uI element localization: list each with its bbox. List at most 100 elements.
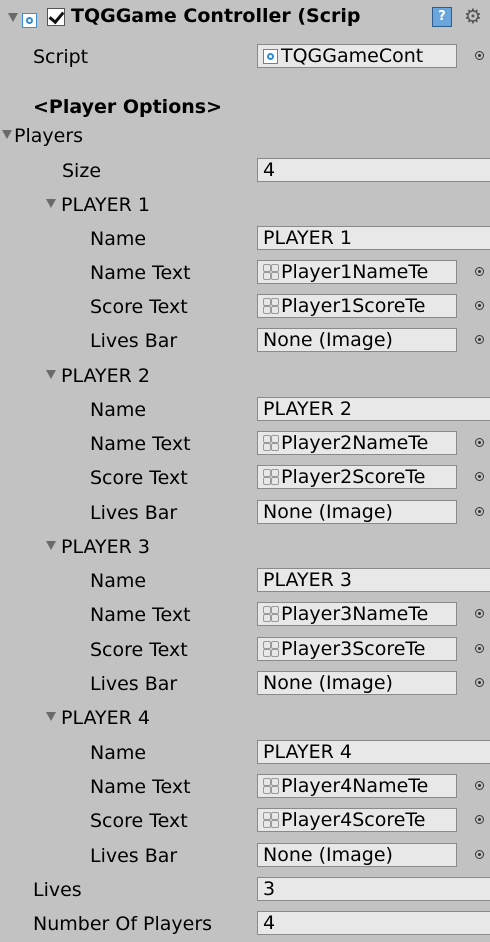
gameobject-icon (263, 606, 279, 622)
player-1-header-row[interactable]: PLAYER 1 (0, 188, 490, 222)
player-2-header-row[interactable]: PLAYER 2 (0, 359, 490, 393)
player-3-foldout-arrow-icon[interactable] (46, 541, 56, 550)
component-foldout-arrow-icon[interactable] (8, 13, 18, 22)
player-3-name-text-field[interactable]: Player3NameTe (257, 602, 457, 626)
player-2-name-field[interactable]: PLAYER 2 (257, 397, 490, 421)
player-3-score-text-value: Player3ScoreTe (281, 638, 426, 660)
size-field[interactable]: 4 (257, 158, 490, 182)
component-enabled-checkbox[interactable] (47, 7, 65, 26)
player-2-foldout-arrow-icon[interactable] (46, 370, 56, 379)
player-3-lives-bar-field[interactable]: None (Image) (257, 671, 457, 695)
player-4-header-row[interactable]: PLAYER 4 (0, 701, 490, 735)
player-4-name-text-field[interactable]: Player4NameTe (257, 774, 457, 798)
number-of-players-row: Number Of Players 4 (0, 907, 490, 941)
object-picker-icon[interactable] (475, 678, 484, 687)
number-of-players-label: Number Of Players (33, 913, 213, 935)
gear-icon[interactable]: ⚙ (464, 4, 482, 28)
players-row[interactable]: Players (0, 119, 490, 153)
player-2-score-text-value: Player2ScoreTe (281, 466, 426, 488)
player-3-name-row: Name PLAYER 3 (0, 564, 490, 598)
player-1-score-text-row: Score Text Player1ScoreTe (0, 290, 490, 324)
player-3-name-text-row: Name Text Player3NameTe (0, 598, 490, 632)
gameobject-icon (263, 641, 279, 657)
player-2-name-text-field[interactable]: Player2NameTe (257, 431, 457, 455)
players-label: Players (14, 125, 84, 147)
size-label: Size (62, 160, 102, 182)
name-text-label: Name Text (90, 776, 191, 798)
player-1-lives-bar-field[interactable]: None (Image) (257, 328, 457, 352)
object-picker-icon[interactable] (475, 438, 484, 447)
gameobject-icon (263, 469, 279, 485)
player-4-name-field[interactable]: PLAYER 4 (257, 740, 490, 764)
object-picker-icon[interactable] (475, 267, 484, 276)
player-3-header: PLAYER 3 (61, 536, 150, 558)
player-1-name-text-row: Name Text Player1NameTe (0, 256, 490, 290)
player-4-lives-bar-row: Lives Bar None (Image) (0, 839, 490, 873)
lives-bar-label: Lives Bar (90, 502, 178, 524)
checkmark-icon (48, 7, 65, 25)
name-label: Name (90, 228, 147, 250)
score-text-label: Score Text (90, 639, 188, 661)
object-picker-icon[interactable] (475, 850, 484, 859)
script-value: TQGGameCont (281, 45, 424, 67)
player-3-lives-bar-row: Lives Bar None (Image) (0, 667, 490, 701)
player-4-name-row: Name PLAYER 4 (0, 736, 490, 770)
help-icon[interactable]: ? (432, 7, 452, 27)
component-header[interactable]: TQGGame Controller (Scrip ? ⚙ (0, 0, 490, 38)
player-3-name-field[interactable]: PLAYER 3 (257, 568, 490, 592)
player-2-name-text-row: Name Text Player2NameTe (0, 427, 490, 461)
script-field[interactable]: TQGGameCont (257, 44, 457, 68)
score-text-label: Score Text (90, 810, 188, 832)
section-header: <Player Options> (33, 96, 223, 118)
player-1-lives-bar-row: Lives Bar None (Image) (0, 324, 490, 358)
object-picker-icon[interactable] (475, 781, 484, 790)
object-picker-icon[interactable] (475, 335, 484, 344)
player-1-name-row: Name PLAYER 1 (0, 222, 490, 256)
player-3-name-text-value: Player3NameTe (281, 603, 429, 625)
lives-row: Lives 3 (0, 873, 490, 907)
object-picker-icon[interactable] (475, 472, 484, 481)
name-text-label: Name Text (90, 604, 191, 626)
lives-field[interactable]: 3 (257, 877, 490, 901)
player-2-score-text-field[interactable]: Player2ScoreTe (257, 465, 457, 489)
object-picker-icon[interactable] (475, 301, 484, 310)
name-label: Name (90, 399, 147, 421)
player-1-name-text-value: Player1NameTe (281, 261, 429, 283)
score-text-label: Score Text (90, 296, 188, 318)
name-text-label: Name Text (90, 433, 191, 455)
lives-bar-label: Lives Bar (90, 845, 178, 867)
script-object-picker-icon[interactable] (475, 51, 484, 60)
gameobject-icon (263, 435, 279, 451)
player-4-lives-bar-field[interactable]: None (Image) (257, 843, 457, 867)
object-picker-icon[interactable] (475, 644, 484, 653)
player-2-score-text-row: Score Text Player2ScoreTe (0, 461, 490, 495)
object-picker-icon[interactable] (475, 609, 484, 618)
player-4-score-text-field[interactable]: Player4ScoreTe (257, 808, 457, 832)
player-1-name-text-field[interactable]: Player1NameTe (257, 260, 457, 284)
lives-bar-label: Lives Bar (90, 673, 178, 695)
player-4-score-text-row: Score Text Player4ScoreTe (0, 804, 490, 838)
lives-bar-label: Lives Bar (90, 330, 178, 352)
player-1-score-text-value: Player1ScoreTe (281, 295, 426, 317)
object-picker-icon[interactable] (475, 815, 484, 824)
player-2-header: PLAYER 2 (61, 365, 150, 387)
player-3-header-row[interactable]: PLAYER 3 (0, 530, 490, 564)
player-1-score-text-field[interactable]: Player1ScoreTe (257, 294, 457, 318)
player-4-name-text-row: Name Text Player4NameTe (0, 770, 490, 804)
player-1-foldout-arrow-icon[interactable] (46, 199, 56, 208)
player-4-name-text-value: Player4NameTe (281, 775, 429, 797)
number-of-players-field[interactable]: 4 (257, 911, 490, 935)
players-foldout-arrow-icon[interactable] (2, 130, 12, 139)
player-4-foldout-arrow-icon[interactable] (46, 712, 56, 721)
component-title: TQGGame Controller (Scrip (71, 5, 361, 27)
player-4-score-text-value: Player4ScoreTe (281, 809, 426, 831)
player-2-name-text-value: Player2NameTe (281, 432, 429, 454)
player-2-lives-bar-field[interactable]: None (Image) (257, 500, 457, 524)
object-picker-icon[interactable] (475, 507, 484, 516)
lives-label: Lives (33, 879, 82, 901)
player-1-name-field[interactable]: PLAYER 1 (257, 226, 490, 250)
player-2-lives-bar-row: Lives Bar None (Image) (0, 496, 490, 530)
gameobject-icon (263, 778, 279, 794)
player-3-score-text-field[interactable]: Player3ScoreTe (257, 637, 457, 661)
script-row: Script TQGGameCont (0, 40, 490, 74)
